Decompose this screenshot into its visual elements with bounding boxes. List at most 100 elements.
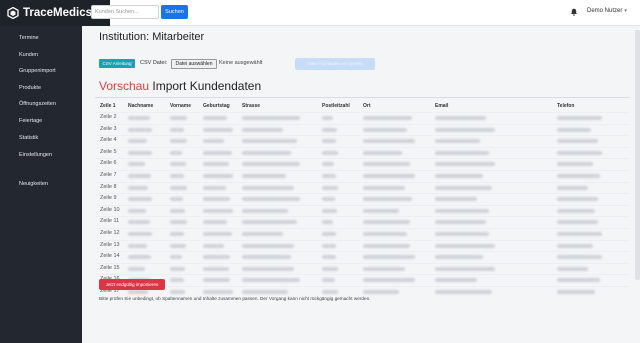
redacted-cell xyxy=(435,197,477,202)
user-menu[interactable]: Demo Nutzer ▾ xyxy=(587,8,627,14)
row-divider xyxy=(95,251,630,253)
search-button[interactable]: Suchen xyxy=(161,5,188,19)
redacted-cell xyxy=(128,116,150,120)
redacted-cell xyxy=(363,150,402,155)
redacted-cell xyxy=(203,150,232,155)
redacted-cell xyxy=(322,150,338,155)
redacted-cell xyxy=(203,127,233,132)
sidebar-item-neuigkeiten[interactable]: Neuigkeiten xyxy=(19,181,48,187)
redacted-cell xyxy=(170,278,184,283)
redacted-cell xyxy=(242,174,286,178)
csv-guide-button[interactable]: CSV Anleitung xyxy=(99,59,135,68)
redacted-cell xyxy=(203,220,227,225)
redacted-cell xyxy=(435,162,495,167)
column-header: Zeile 1 xyxy=(100,103,116,109)
sidebar-item-gruppenimport[interactable]: Gruppenimport xyxy=(19,68,56,74)
redacted-cell xyxy=(128,243,147,248)
redacted-cell xyxy=(203,278,230,283)
redacted-cell xyxy=(170,139,187,144)
row-label: Zeile 10 xyxy=(100,206,120,213)
redacted-cell xyxy=(363,290,399,294)
redacted-cell xyxy=(435,139,480,144)
redacted-cell xyxy=(557,266,588,271)
row-divider xyxy=(95,239,630,241)
column-header: Geburtstag xyxy=(203,103,230,109)
redacted-cell xyxy=(363,220,410,225)
redacted-cell xyxy=(363,232,407,236)
redacted-cell xyxy=(203,185,226,190)
redacted-cell xyxy=(242,232,283,236)
redacted-cell xyxy=(435,185,492,190)
row-label: Zeile 13 xyxy=(100,241,120,248)
redacted-cell xyxy=(128,139,147,144)
redacted-cell xyxy=(435,127,495,132)
redacted-cell xyxy=(170,150,182,155)
redacted-cell xyxy=(170,232,184,236)
sidebar-item-termine[interactable]: Termine xyxy=(19,35,39,41)
redacted-cell xyxy=(242,197,300,202)
redacted-cell xyxy=(435,255,483,260)
redacted-cell xyxy=(557,278,600,283)
divider xyxy=(95,97,630,98)
redacted-cell xyxy=(128,266,145,271)
row-divider xyxy=(95,158,630,160)
redacted-cell xyxy=(363,278,415,283)
redacted-cell xyxy=(322,278,335,283)
redacted-cell xyxy=(363,127,407,132)
row-label: Zeile 6 xyxy=(100,160,117,167)
row-label: Zeile 3 xyxy=(100,125,117,132)
redacted-cell xyxy=(322,162,334,167)
redacted-cell xyxy=(170,255,182,260)
row-label: Zeile 9 xyxy=(100,195,117,202)
row-label: Zeile 5 xyxy=(100,148,117,155)
redacted-cell xyxy=(170,174,184,178)
redacted-cell xyxy=(170,220,187,225)
upload-button[interactable]: Datei hochladen und prüfen xyxy=(295,58,375,70)
search-input[interactable]: Kunden Suchen... xyxy=(91,5,159,19)
redacted-cell xyxy=(435,220,486,225)
import-button[interactable]: Jetzt endgültig importieren xyxy=(99,279,165,290)
redacted-cell xyxy=(128,255,151,260)
choose-file-button[interactable]: Datei auswählen xyxy=(171,59,217,69)
redacted-cell xyxy=(242,150,291,155)
column-header: Strasse xyxy=(242,103,261,109)
sidebar-item-feiertage[interactable]: Feiertage xyxy=(19,118,42,124)
redacted-cell xyxy=(435,174,483,178)
main-content: Institution: Mitarbeiter CSV Anleitung C… xyxy=(82,26,640,343)
row-label: Zeile 11 xyxy=(100,218,120,225)
sidebar-item-oeffnungszeiten[interactable]: Öffnungszeiten xyxy=(19,101,56,107)
redacted-cell xyxy=(242,127,283,132)
redacted-cell xyxy=(128,185,148,190)
redacted-cell xyxy=(170,127,184,132)
redacted-cell xyxy=(170,116,187,120)
sidebar-item-produkte[interactable]: Produkte xyxy=(19,85,41,91)
redacted-cell xyxy=(128,220,150,225)
page-title: Institution: Mitarbeiter xyxy=(99,31,205,43)
redacted-cell xyxy=(557,174,600,178)
row-label: Zeile 14 xyxy=(100,253,120,260)
bell-icon[interactable] xyxy=(570,8,578,16)
redacted-cell xyxy=(557,162,593,167)
logo-icon xyxy=(7,7,19,19)
redacted-cell xyxy=(242,278,300,283)
scrollbar[interactable] xyxy=(635,30,640,280)
redacted-cell xyxy=(322,243,336,248)
sidebar-item-einstellungen[interactable]: Einstellungen xyxy=(19,152,52,158)
sidebar-item-kunden[interactable]: Kunden xyxy=(19,52,38,58)
top-bar: TraceMedics Kunden Suchen... Suchen Demo… xyxy=(0,0,640,26)
redacted-cell xyxy=(203,174,233,178)
redacted-cell xyxy=(128,127,152,132)
redacted-cell xyxy=(242,185,294,190)
redacted-cell xyxy=(435,278,477,283)
redacted-cell xyxy=(203,232,232,236)
redacted-cell xyxy=(203,243,224,248)
redacted-cell xyxy=(557,197,598,202)
redacted-cell xyxy=(203,266,229,271)
redacted-cell xyxy=(435,266,495,271)
redacted-cell xyxy=(170,266,185,271)
user-name: Demo Nutzer xyxy=(587,8,623,14)
redacted-cell xyxy=(242,290,288,294)
row-divider xyxy=(95,228,630,229)
redacted-cell xyxy=(128,162,145,167)
sidebar-item-statistik[interactable]: Statistik xyxy=(19,135,38,141)
